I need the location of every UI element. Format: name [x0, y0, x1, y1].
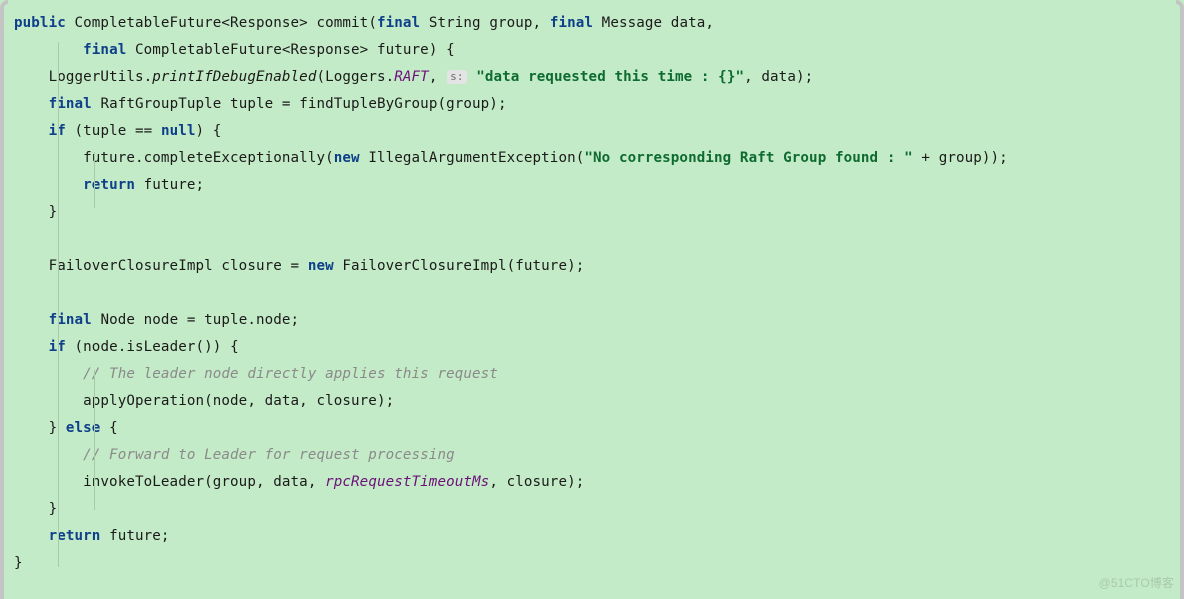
watermark: @51CTO博客: [1099, 572, 1174, 595]
code-block: public CompletableFuture<Response> commi…: [0, 0, 1184, 577]
indent-guide: [94, 370, 95, 510]
param-hint-pill: s:: [447, 70, 466, 84]
indent-guide: [58, 42, 59, 567]
kw-public: public: [14, 15, 66, 31]
indent-guide: [94, 152, 95, 208]
